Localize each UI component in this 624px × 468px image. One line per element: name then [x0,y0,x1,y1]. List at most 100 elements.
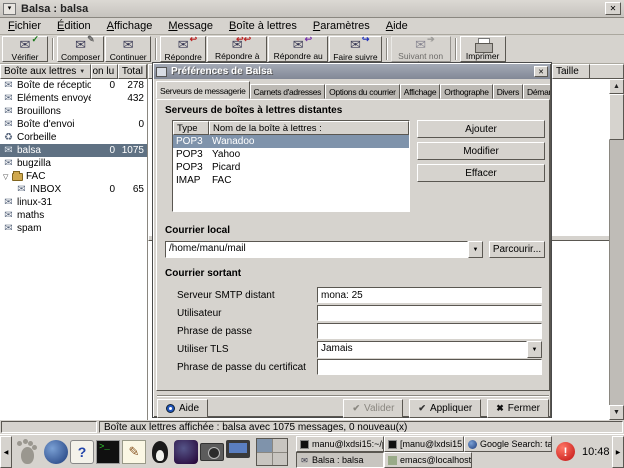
menu-boite-a-lettres[interactable]: Boîte à lettres [221,18,305,34]
tab-orthographe[interactable]: Orthographe [440,84,492,99]
browse-button[interactable]: Parcourir... [489,241,545,258]
mailbox-row-outbox[interactable]: ✉ Boîte d'envoi 0 [0,118,147,131]
panel-hide-left-icon[interactable]: ◀ [0,436,12,468]
gnome-panel: ◀ ? >_ ✎ manu@lxdsi15:~/proc [manu@lxdsi… [0,434,624,468]
workspace-2[interactable] [273,439,288,452]
reply-all-button[interactable]: ✉↩↩ Répondre à tous [207,36,267,62]
apply-icon: ✔ [418,403,426,414]
column-header-mailbox[interactable]: Boîte aux lettres▼ [0,64,91,79]
close-button[interactable]: ✖ Fermer [487,399,549,418]
task-terminal-1[interactable]: manu@lxdsi15:~/proc [296,436,384,452]
mailbox-row-fac-inbox[interactable]: ✉ INBOX 0 65 [0,183,147,196]
window-menu-icon[interactable]: ▾ [3,3,16,15]
menu-parametres[interactable]: Paramètres [305,18,378,34]
dialog-titlebar[interactable]: Préférences de Balsa ✕ [154,64,550,79]
mailbox-row-fac[interactable]: ▽ FAC [0,170,147,183]
task-terminal-2[interactable]: [manu@lxdsi15:~/ma [384,436,464,452]
ok-button[interactable]: ✔ Valider [343,399,403,418]
tab-demarrage[interactable]: Démarrage [523,84,550,99]
menu-edition[interactable]: Édition [49,18,99,34]
task-balsa[interactable]: ✉ Balsa : balsa [296,452,384,468]
column-header-size[interactable]: Taille [552,64,590,79]
forward-button[interactable]: ✉↪ Faire suivre [329,36,381,62]
mailbox-row-sent[interactable]: ✉ Éléments envoyés 432 [0,92,147,105]
mailbox-row-balsa[interactable]: ✉ balsa 0 1075 [0,144,147,157]
menu-message[interactable]: Message [160,18,221,34]
editor-icon[interactable]: ✎ [122,440,146,464]
workspace-3[interactable] [257,453,272,466]
tux-icon[interactable] [148,440,172,464]
workspace-1[interactable] [257,439,272,452]
print-button[interactable]: Imprimer [460,36,506,62]
tree-expander-icon[interactable]: ▽ [3,173,12,181]
scroll-up-icon[interactable]: ▲ [609,79,624,94]
alert-icon[interactable]: ! [556,442,575,461]
app-launcher-icon[interactable] [174,440,198,464]
user-input[interactable] [317,305,542,321]
user-label: Utilisateur [177,308,221,319]
workspace-4[interactable] [273,453,288,466]
check-mail-button[interactable]: ✉✓ Vérifier [2,36,48,62]
add-server-button[interactable]: Ajouter [417,120,545,138]
mailbox-row-bugzilla[interactable]: ✉ bugzilla [0,157,147,170]
mailbox-row-linux31[interactable]: ✉ linux-31 [0,196,147,209]
gnome-menu-foot-icon[interactable] [16,439,38,465]
mailbox-name: Boîte de réception [17,80,91,91]
column-header-total[interactable]: Total [118,64,147,79]
local-mail-path[interactable]: /home/manu/mail [165,241,468,258]
server-row-fac[interactable]: IMAP FAC [173,174,409,187]
server-type: POP3 [173,162,209,173]
tab-affichage[interactable]: Affichage [400,84,441,99]
menu-fichier[interactable]: Fichier [0,18,49,34]
vertical-scrollbar[interactable]: ▲ ▼ [609,79,624,420]
mailbox-row-trash[interactable]: ♻ Corbeille [0,131,147,144]
mailbox-row-inbox[interactable]: ✉ Boîte de réception 0 278 [0,79,147,92]
chevron-down-icon[interactable]: ▼ [527,341,542,358]
window-close-button[interactable]: ✕ [605,2,621,15]
passphrase-input[interactable] [317,323,542,339]
mailbox-row-spam[interactable]: ✉ spam [0,222,147,235]
tab-carnets-d-adresses[interactable]: Carnets d'adresses [250,84,326,99]
tab-serveurs-de-messagerie[interactable]: Serveurs de messagerie [156,81,250,99]
apply-button[interactable]: ✔ Appliquer [409,399,481,418]
server-row-picard[interactable]: POP3 Picard [173,161,409,174]
dialog-close-icon[interactable]: ✕ [534,66,548,77]
tab-options-du-courrier[interactable]: Options du courrier [325,84,400,99]
reply-group-button[interactable]: ✉↩ Répondre au groupe [268,36,328,62]
continue-button[interactable]: ✉ Continuer [105,36,151,62]
chevron-down-icon[interactable]: ▼ [468,241,483,258]
browser-icon[interactable] [44,440,68,464]
panel-hide-right-icon[interactable]: ▶ [612,436,624,468]
server-row-wanadoo[interactable]: POP3 Wanadoo [173,135,409,148]
mailbox-row-drafts[interactable]: ✉ Brouillons [0,105,147,118]
modify-server-button[interactable]: Modifier [417,142,545,160]
help-button[interactable]: Aide [157,399,208,418]
tab-divers[interactable]: Divers [493,84,523,99]
menu-aide[interactable]: Aide [378,18,416,34]
scrollbar-thumb[interactable] [609,94,624,140]
mailbox-icon: ✉ [16,185,27,195]
delete-server-button[interactable]: Effacer [417,164,545,182]
window-titlebar[interactable]: ▾ Balsa : balsa ✕ [0,0,624,18]
smtp-server-input[interactable] [317,287,542,303]
reply-group-icon: ✉↩ [287,38,309,52]
tls-combo[interactable]: Jamais ▼ [317,341,542,358]
terminal-icon[interactable]: >_ [96,440,120,464]
task-google-search[interactable]: Google Search: takin [464,436,552,452]
column-header-unread[interactable]: Non lu [91,64,118,79]
server-row-yahoo[interactable]: POP3 Yahoo [173,148,409,161]
column-header-type[interactable]: Type [173,121,209,135]
menu-affichage[interactable]: Affichage [99,18,161,34]
scroll-down-icon[interactable]: ▼ [609,405,624,420]
mailbox-row-maths[interactable]: ✉ maths [0,209,147,222]
next-unread-button[interactable]: ✉➔ Suivant non lu [391,36,451,62]
task-emacs[interactable]: emacs@localhost.loc [384,452,472,468]
cert-passphrase-input[interactable] [317,359,542,375]
camera-icon[interactable] [200,443,224,461]
reply-button[interactable]: ✉↩ Répondre [160,36,206,62]
compose-button[interactable]: ✉✎ Composer [57,36,104,62]
workspace-pager[interactable] [256,438,288,466]
help-launcher-icon[interactable]: ? [70,440,94,464]
column-header-name[interactable]: Nom de la boîte à lettres : [209,121,409,135]
screenshot-tool-icon[interactable] [226,440,250,458]
